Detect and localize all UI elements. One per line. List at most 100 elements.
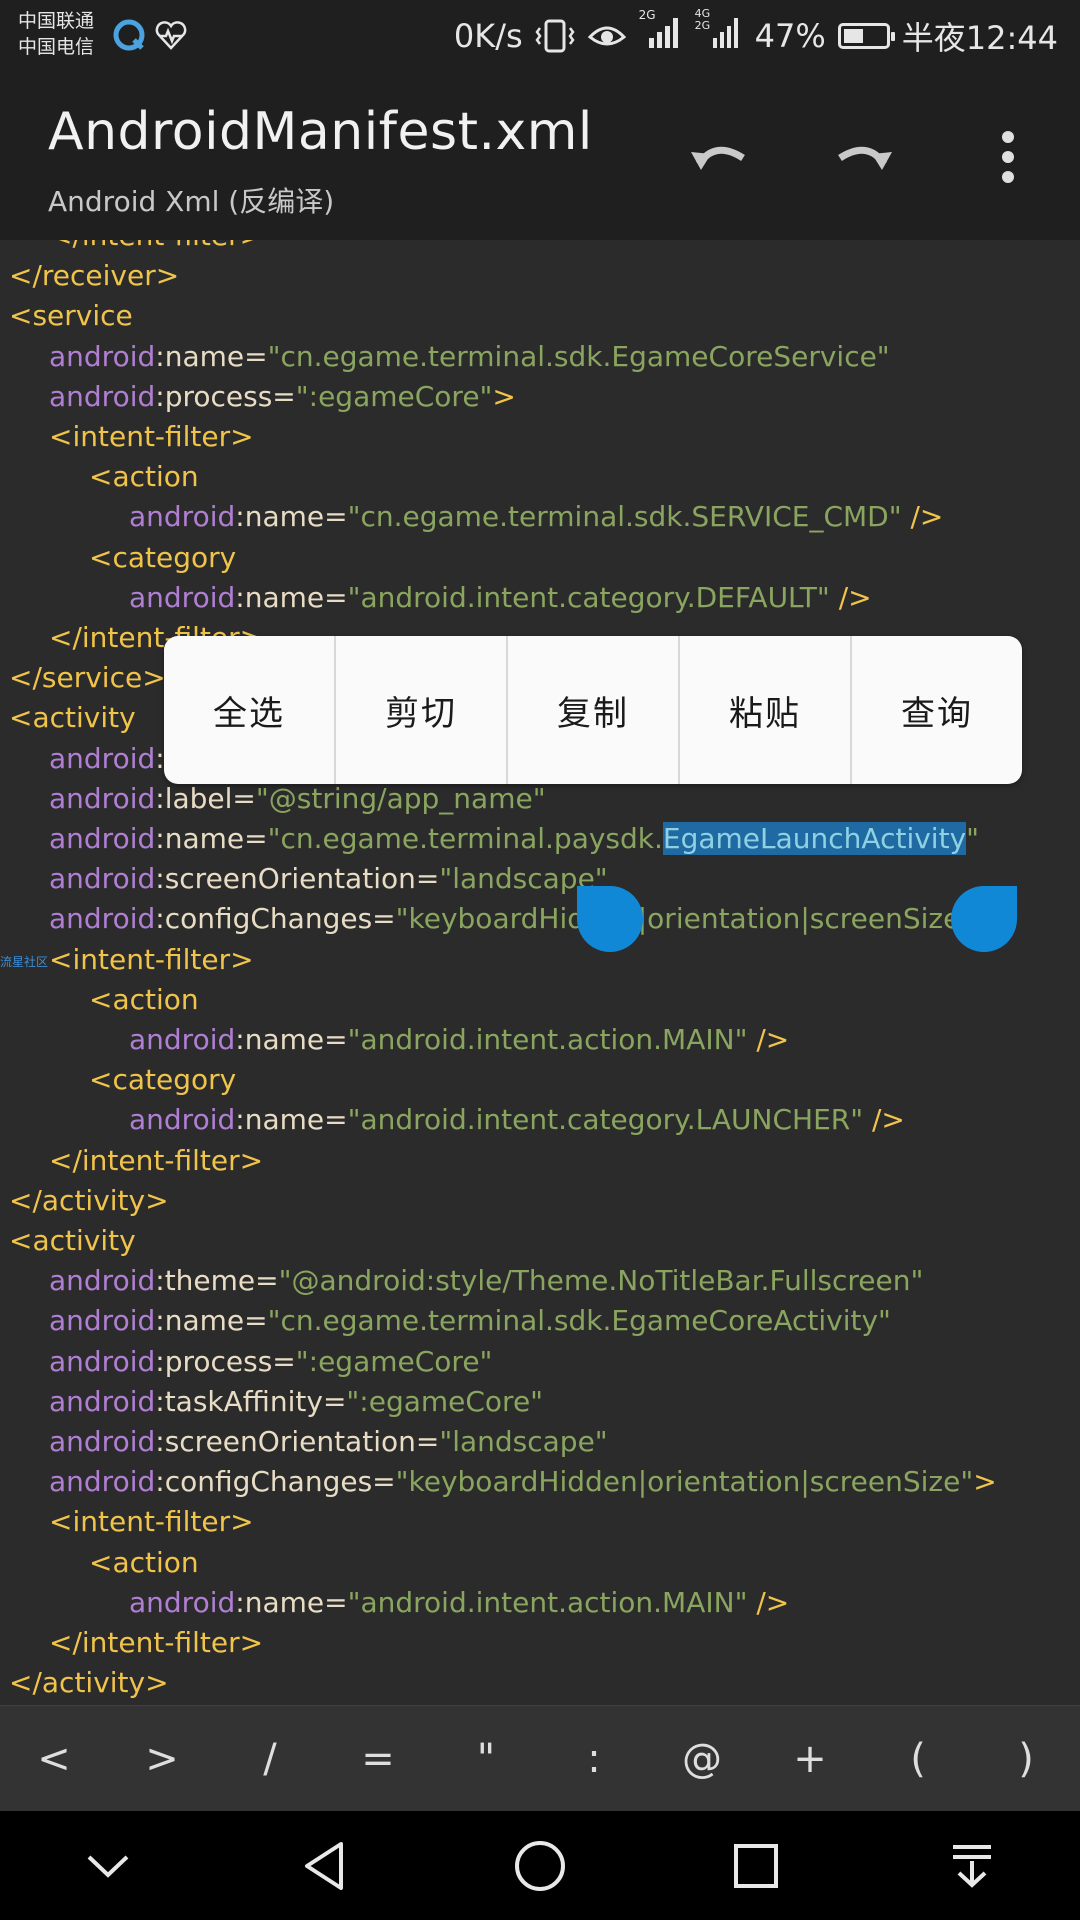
home-button[interactable] xyxy=(490,1816,590,1916)
code-line[interactable]: </activity> xyxy=(9,1663,169,1703)
code-line[interactable]: <service xyxy=(9,296,133,336)
code-token: <activity xyxy=(9,1224,136,1257)
symbol-key[interactable]: " xyxy=(432,1736,540,1782)
code-token: android xyxy=(129,1585,236,1619)
code-line[interactable]: <action xyxy=(89,457,199,497)
code-line[interactable]: android:configChanges="keyboardHidden|or… xyxy=(49,899,997,939)
symbol-key[interactable]: < xyxy=(0,1736,108,1782)
code-token: android xyxy=(129,580,236,614)
code-line[interactable]: <activity xyxy=(9,698,136,738)
code-line[interactable]: <intent-filter> xyxy=(49,417,254,457)
code-line[interactable]: android:label="@string/app_name" xyxy=(49,779,546,819)
code-line[interactable]: <category xyxy=(89,538,236,578)
code-line[interactable]: android:screenOrientation="landscape" xyxy=(49,859,608,899)
undo-icon xyxy=(691,146,745,170)
code-token: :taskAffinity= xyxy=(155,1384,347,1418)
recents-button[interactable] xyxy=(706,1816,806,1916)
symbol-key[interactable]: @ xyxy=(648,1736,756,1782)
code-token: "@string/app_name" xyxy=(255,781,546,815)
code-token: "android.intent.category.LAUNCHER" xyxy=(347,1103,864,1137)
code-token: android xyxy=(49,1264,156,1298)
code-token: android xyxy=(129,1023,236,1056)
paste-button[interactable]: 粘贴 xyxy=(680,636,852,784)
code-line[interactable]: </receiver> xyxy=(9,256,179,296)
code-line[interactable]: android:process=":egameCore" xyxy=(49,1342,492,1382)
code-token: :configChanges= xyxy=(155,902,396,936)
code-line[interactable]: </intent-filter> xyxy=(49,240,263,256)
code-token: /> xyxy=(901,500,944,534)
code-token: "keyboardHidden|orientation|screenSize" xyxy=(395,1465,974,1499)
code-token: android xyxy=(49,1304,156,1338)
code-line[interactable]: <intent-filter> xyxy=(49,1502,254,1542)
symbol-key[interactable]: > xyxy=(108,1736,216,1782)
code-line[interactable]: android:screenOrientation="landscape" xyxy=(49,1422,608,1462)
code-token: "android.intent.action.MAIN" xyxy=(347,1023,748,1056)
code-line[interactable]: android:theme="@android:style/Theme.NoTi… xyxy=(49,1261,923,1301)
code-token: :process= xyxy=(155,379,296,413)
more-options-button[interactable] xyxy=(963,112,1053,202)
code-token: </activity> xyxy=(9,1666,169,1700)
code-token: "landscape" xyxy=(439,1425,608,1458)
code-token: "android.intent.action.MAIN" xyxy=(347,1585,748,1619)
code-line[interactable]: <action xyxy=(89,1543,199,1583)
cut-button[interactable]: 剪切 xyxy=(336,636,508,784)
lookup-button[interactable]: 查询 xyxy=(852,636,1022,784)
undo-button[interactable] xyxy=(675,112,765,202)
code-line[interactable]: android:name="android.intent.category.DE… xyxy=(129,578,872,618)
copy-button[interactable]: 复制 xyxy=(508,636,680,784)
code-token: "cn.egame.terminal.paysdk. xyxy=(267,822,663,855)
selected-text: EgameLaunchActivity xyxy=(662,822,967,855)
back-button[interactable] xyxy=(274,1816,374,1916)
code-line[interactable]: </service> xyxy=(9,658,166,698)
code-line[interactable]: <activity xyxy=(9,1221,136,1261)
symbol-key[interactable]: / xyxy=(216,1736,324,1782)
notifications-button[interactable] xyxy=(922,1816,1022,1916)
code-token: > xyxy=(973,1465,997,1499)
navigation-bar xyxy=(0,1811,1080,1920)
code-line[interactable]: </activity> xyxy=(9,1181,169,1221)
vibrate-icon xyxy=(535,19,575,53)
code-editor[interactable]: </intent-filter> </receiver> <service andro… xyxy=(0,240,1080,1705)
code-line[interactable]: android:configChanges="keyboardHidden|or… xyxy=(49,1462,997,1502)
symbol-key[interactable]: ) xyxy=(972,1736,1080,1782)
code-token: android xyxy=(49,379,156,413)
code-token: :name= xyxy=(235,1103,348,1137)
code-line[interactable]: android:name="cn.egame.terminal.sdk.Egam… xyxy=(49,337,890,377)
code-line[interactable]: </intent-filter> xyxy=(49,1623,263,1663)
code-line[interactable]: android:name="cn.egame.terminal.sdk.SERV… xyxy=(129,497,943,537)
symbol-key[interactable]: + xyxy=(756,1736,864,1782)
code-line[interactable]: android:name="android.intent.category.LA… xyxy=(129,1100,905,1140)
selection-start-handle[interactable] xyxy=(577,886,643,952)
code-line[interactable]: android:name="android.intent.action.MAIN… xyxy=(129,1020,789,1060)
select-all-button[interactable]: 全选 xyxy=(164,636,336,784)
selection-end-handle[interactable] xyxy=(951,886,1017,952)
code-token: </intent-filter> xyxy=(49,1143,264,1177)
code-token: "cn.egame.terminal.sdk.EgameCoreService" xyxy=(267,339,890,373)
battery-percent: 47% xyxy=(754,17,826,55)
code-line[interactable]: android:name="android.intent.action.MAIN… xyxy=(129,1583,789,1623)
carrier-labels: 中国联通 中国电信 xyxy=(18,8,94,60)
code-token: android xyxy=(49,902,156,936)
redo-icon xyxy=(838,146,892,170)
code-line[interactable]: </intent-filter> xyxy=(49,1141,263,1181)
redo-button[interactable] xyxy=(818,112,908,202)
symbol-key[interactable]: : xyxy=(540,1736,648,1782)
hide-keyboard-button[interactable] xyxy=(58,1816,158,1916)
symbol-key[interactable]: ( xyxy=(864,1736,972,1782)
code-line[interactable]: android:name="cn.egame.terminal.paysdk.E… xyxy=(49,819,979,859)
signal-1-label: 2G xyxy=(638,8,656,22)
code-line[interactable]: android:process=":egameCore"> xyxy=(49,377,516,417)
code-token: /> xyxy=(863,1103,905,1137)
symbol-key[interactable]: = xyxy=(324,1736,432,1782)
code-token: "keyboardHidden|orientation|screenSize" xyxy=(395,902,974,936)
code-line[interactable]: <action xyxy=(89,980,199,1020)
code-line[interactable]: android:name="cn.egame.terminal.sdk.Egam… xyxy=(49,1301,891,1341)
code-line[interactable]: android:taskAffinity=":egameCore" xyxy=(49,1382,543,1422)
code-line[interactable]: <category xyxy=(89,1060,236,1100)
clock: 半夜12:44 xyxy=(901,19,1058,57)
battery-fill xyxy=(843,29,863,43)
code-token: android xyxy=(49,1344,156,1378)
code-token: android xyxy=(49,339,156,373)
code-line[interactable]: <intent-filter> xyxy=(49,940,254,980)
status-right: 0K/s 2G 4G 2G 47% 半夜12:44 xyxy=(454,8,1058,58)
